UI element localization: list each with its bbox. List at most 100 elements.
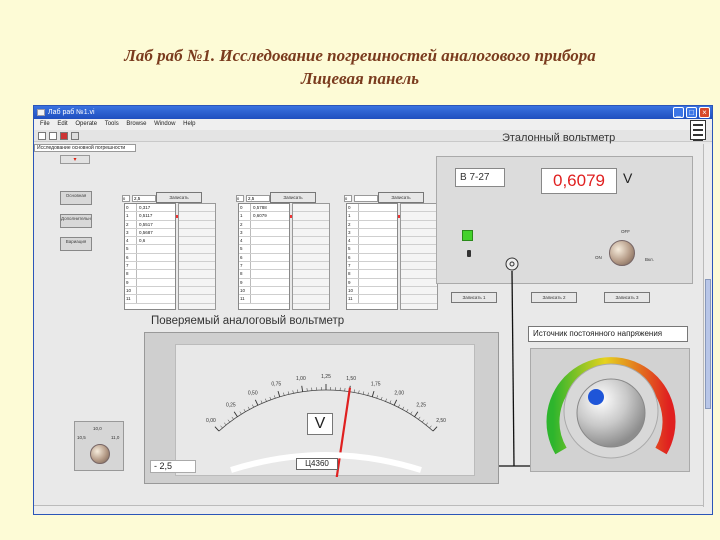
scale-tick	[233, 411, 238, 417]
table-row[interactable]: 10	[239, 286, 289, 296]
scale-tick	[301, 385, 304, 392]
table-value-control[interactable]	[354, 195, 378, 202]
table-row[interactable]: 3 0,5687	[125, 228, 175, 238]
table-row[interactable]: 0	[347, 204, 397, 213]
table-row[interactable]: 7	[347, 262, 397, 271]
table-row[interactable]: 11	[347, 295, 397, 304]
data-table[interactable]: 0 0,317 1 0,5117 2 0,5517 3 0,5687 4 0,6 5 6 7 8 9 10 11	[124, 203, 176, 310]
row-index: 0	[347, 204, 359, 212]
etalon-knob[interactable]	[609, 240, 635, 266]
window-titlebar: Лаб раб №1.vi _ □ ×	[34, 106, 712, 119]
table-row[interactable]: 3	[239, 228, 289, 238]
table-row[interactable]: 5	[239, 245, 289, 254]
row-index: 6	[125, 253, 137, 262]
row-value: 0,317	[139, 205, 151, 210]
table-row[interactable]: 3	[347, 228, 397, 238]
table-row[interactable]: 8	[347, 270, 397, 279]
power-switch[interactable]	[467, 250, 471, 257]
table-index-control[interactable]: 0	[122, 195, 130, 202]
menu-browse[interactable]: Browse	[126, 121, 146, 127]
vertical-scrollbar[interactable]	[703, 144, 712, 507]
mode-ring[interactable]: Исследование основной погрешности	[34, 144, 136, 152]
row-index: 7	[239, 262, 251, 270]
stop-button[interactable]: ▾	[60, 155, 90, 164]
scale-tick	[422, 419, 425, 423]
table-row[interactable]: 6	[125, 253, 175, 263]
row-index: 5	[239, 245, 251, 253]
table-index-control[interactable]: 0	[344, 195, 352, 202]
table-row[interactable]: 0 0,5788	[239, 204, 289, 213]
app-icon	[37, 109, 45, 116]
maximize-button[interactable]: □	[686, 107, 697, 118]
table-row[interactable]: 8	[239, 270, 289, 279]
table-row[interactable]: 10	[125, 286, 175, 296]
mode-button-3[interactable]: Вариация	[60, 237, 92, 251]
table-row[interactable]: 5	[347, 245, 397, 254]
table-value-control[interactable]: 2,5	[246, 195, 270, 202]
scale-label: 0,25	[226, 403, 236, 409]
close-button[interactable]: ×	[699, 107, 710, 118]
abort-icon[interactable]	[60, 132, 68, 140]
menu-help[interactable]: Help	[183, 121, 195, 127]
table-row[interactable]: 6	[347, 253, 397, 263]
scale-tick	[254, 399, 259, 406]
table-row[interactable]: 11	[125, 295, 175, 304]
table-row[interactable]: 5	[125, 245, 175, 254]
mode-button-1[interactable]: Основная	[60, 191, 92, 205]
table-row[interactable]: 4 0,6	[125, 237, 175, 246]
scale-tick	[376, 395, 378, 399]
table-row[interactable]: 0 0,317	[125, 204, 175, 213]
table-row[interactable]: 1 0,5117	[125, 212, 175, 221]
table-index-control[interactable]: 0	[236, 195, 244, 202]
data-table[interactable]: 0 1 2 3 4 5 6 7 8 9 10 11	[346, 203, 398, 310]
secondary-column	[178, 203, 216, 310]
table-row[interactable]: 7	[239, 262, 289, 271]
table-row[interactable]: 6	[239, 253, 289, 263]
row-index: 10	[239, 286, 251, 295]
slide-title-line2: Лицевая панель	[300, 69, 420, 88]
pause-icon[interactable]	[71, 132, 79, 140]
mode-button-2[interactable]: Дополнительная	[60, 214, 92, 228]
table-row[interactable]: 2	[239, 220, 289, 229]
data-table[interactable]: 0 0,5788 1 0,6079 2 3 4 5 6 7 8 9 10 11	[238, 203, 290, 310]
table-row[interactable]: 2	[347, 220, 397, 229]
minimize-button[interactable]: _	[673, 107, 684, 118]
table-row[interactable]: 7	[125, 262, 175, 271]
record-button[interactable]: Записать	[156, 192, 202, 203]
source-dial	[546, 357, 676, 459]
row-index: 1	[239, 212, 251, 220]
table-row[interactable]: 9	[347, 278, 397, 287]
etalon-title: Эталонный вольтметр	[502, 132, 616, 144]
scale-tick	[358, 390, 360, 394]
menu-window[interactable]: Window	[154, 121, 175, 127]
table-row[interactable]: 2 0,5517	[125, 220, 175, 229]
table-row[interactable]: 4	[347, 237, 397, 246]
scale-tick	[292, 390, 294, 394]
vi-connector-icon	[690, 120, 706, 141]
table-row[interactable]: 11	[239, 295, 289, 304]
menu-operate[interactable]: Operate	[75, 121, 97, 127]
menu-edit[interactable]: Edit	[57, 121, 67, 127]
table-row[interactable]: 1 0,6079	[239, 212, 289, 221]
scale-tick	[418, 416, 421, 420]
scale-tick	[227, 419, 230, 423]
menu-tools[interactable]: Tools	[105, 121, 119, 127]
horizontal-scrollbar[interactable]	[34, 505, 712, 514]
scale-tick	[243, 409, 246, 412]
record-button[interactable]: Записать	[378, 192, 424, 203]
table-row[interactable]: 10	[347, 286, 397, 296]
table-value-control[interactable]: 2,5	[132, 195, 156, 202]
scale-tick	[393, 399, 398, 406]
table-row[interactable]: 1	[347, 212, 397, 221]
run-continuous-icon[interactable]	[49, 132, 57, 140]
record-button[interactable]: Записать	[270, 192, 316, 203]
table-row[interactable]: 4	[239, 237, 289, 246]
table-row[interactable]: 9	[125, 278, 175, 287]
left-knob[interactable]	[90, 444, 110, 464]
etalon-button-3[interactable]: Записать 3	[604, 292, 650, 303]
run-arrow-icon[interactable]	[38, 132, 46, 140]
table-row[interactable]: 8	[125, 270, 175, 279]
table-row[interactable]: 9	[239, 278, 289, 287]
scale-tick	[353, 389, 355, 393]
menu-file[interactable]: File	[40, 121, 50, 127]
